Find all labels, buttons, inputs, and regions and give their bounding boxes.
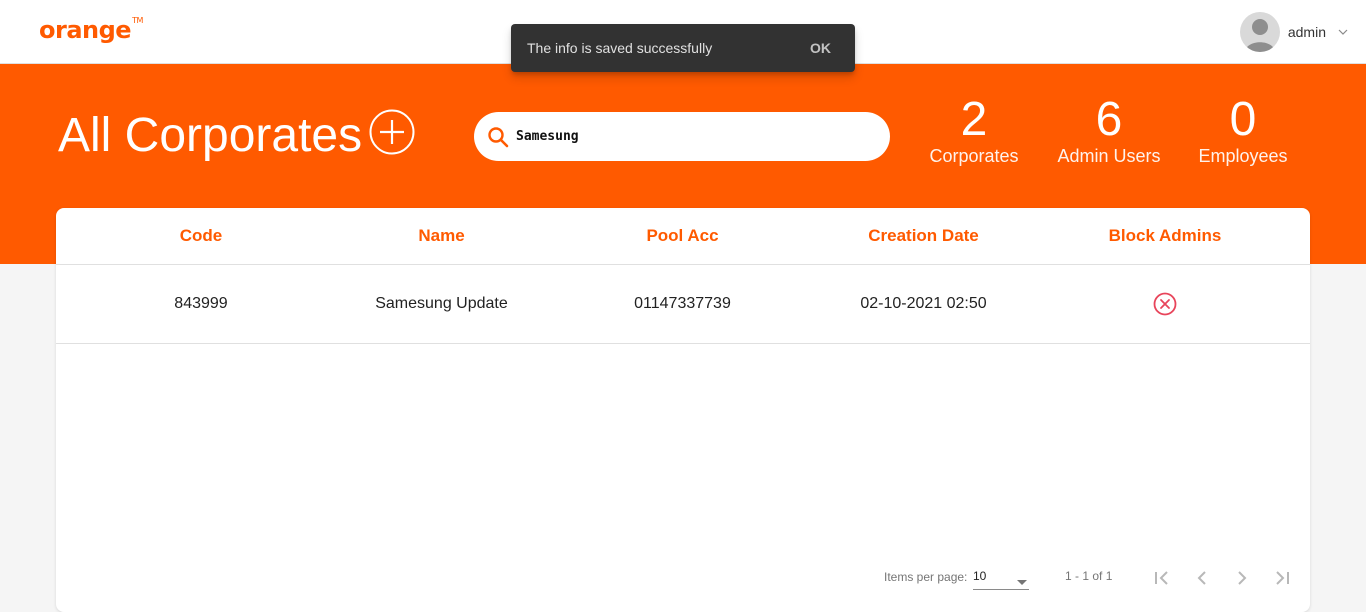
search-icon[interactable] <box>486 125 510 149</box>
cancel-circle-icon <box>1153 292 1177 316</box>
previous-page-button[interactable] <box>1190 566 1214 590</box>
brand-logo[interactable]: orangeTM <box>39 16 143 44</box>
table-header: Code Name Pool Acc Creation Date Block A… <box>56 208 1310 265</box>
page-size-select[interactable]: 10 <box>973 564 1029 590</box>
snackbar: The info is saved successfully OK <box>511 24 855 72</box>
stat-employees-value: 0 <box>1229 93 1257 146</box>
search-bar <box>474 112 890 161</box>
user-menu[interactable]: admin <box>1239 12 1348 52</box>
next-page-button[interactable] <box>1230 566 1254 590</box>
snackbar-message: The info is saved successfully <box>527 40 713 56</box>
avatar[interactable] <box>1239 12 1280 52</box>
cell-name: Samesung Update <box>375 295 508 312</box>
first-page-icon <box>1155 571 1168 585</box>
column-header-pool-acc[interactable]: Pool Acc <box>562 208 803 264</box>
cell-creation-date: 02-10-2021 02:50 <box>860 295 987 312</box>
page-size-value: 10 <box>973 569 987 583</box>
search-input[interactable] <box>514 128 878 145</box>
column-header-block-admins: Block Admins <box>1108 226 1222 245</box>
stat-employees-label: Employees <box>1198 146 1288 166</box>
chevron-left-icon <box>1197 571 1206 585</box>
items-per-page-label: Items per page: <box>884 570 968 584</box>
first-page-button[interactable] <box>1150 566 1174 590</box>
paginator: Items per page: 10 1 - 1 of 1 <box>56 548 1310 604</box>
chevron-down-icon[interactable] <box>1338 29 1348 35</box>
stat-employees: 0 Employees <box>1163 93 1323 167</box>
chevron-right-icon <box>1238 571 1247 585</box>
last-page-icon <box>1276 571 1289 585</box>
cell-code: 843999 <box>174 295 228 312</box>
cell-pool-acc: 01147337739 <box>634 295 731 312</box>
table-row[interactable]: 843999 Samesung Update 01147337739 02-10… <box>56 265 1310 344</box>
person-icon <box>1244 19 1275 52</box>
page-range-label: 1 - 1 of 1 <box>1065 569 1113 583</box>
brand-name: orange <box>39 16 132 44</box>
page-title: All Corporates <box>58 109 363 162</box>
corporates-table-card: Code Name Pool Acc Creation Date Block A… <box>56 208 1310 612</box>
username[interactable]: admin <box>1288 24 1326 40</box>
last-page-button[interactable] <box>1270 566 1294 590</box>
brand-trademark: TM <box>132 16 143 25</box>
dropdown-arrow-icon <box>1017 574 1027 588</box>
add-corporate-button[interactable] <box>369 109 415 155</box>
column-header-name[interactable]: Name <box>321 208 562 264</box>
add-circle-icon <box>369 109 415 155</box>
snackbar-ok-button[interactable]: OK <box>810 40 831 56</box>
column-header-code[interactable]: Code <box>81 208 321 264</box>
column-header-creation-date[interactable]: Creation Date <box>803 208 1044 264</box>
block-admins-button[interactable] <box>1153 292 1177 316</box>
